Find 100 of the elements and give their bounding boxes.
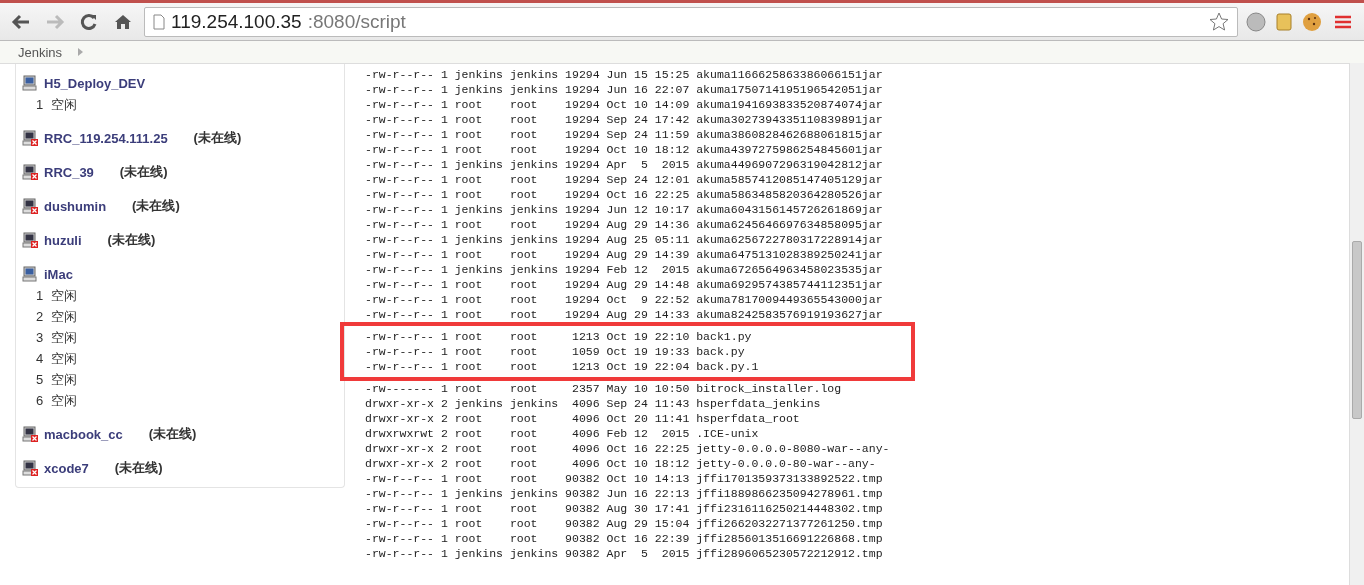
file-permissions: -rw-r--r-- xyxy=(365,516,435,531)
file-owner: root xyxy=(454,426,484,441)
file-owner: root xyxy=(454,411,484,426)
address-bar[interactable]: 119.254.100.35 :8080/script xyxy=(144,6,1238,37)
executor-state: 空闲 xyxy=(51,286,78,305)
file-owner: root xyxy=(454,456,484,471)
file-group: root xyxy=(509,97,566,112)
file-size: 19294 xyxy=(565,217,601,232)
link-count: 2 xyxy=(440,396,449,411)
file-permissions: -rw-r--r-- xyxy=(365,501,435,516)
file-permissions: -rw-r--r-- xyxy=(365,359,435,374)
chevron-icon[interactable] xyxy=(78,48,84,56)
file-date: Jun 12 10:17 xyxy=(606,202,691,217)
offline-status: (未在线) xyxy=(114,459,163,477)
node-link[interactable]: H5_Deploy_DEV xyxy=(44,75,146,91)
link-count: 1 xyxy=(440,157,449,172)
file-date: Aug 29 14:48 xyxy=(606,277,691,292)
offline-status: (未在线) xyxy=(193,129,242,147)
file-date: Oct 10 14:13 xyxy=(606,471,691,486)
file-date: Oct 16 22:39 xyxy=(606,531,691,546)
file-owner: root xyxy=(454,329,484,344)
file-date: Oct 9 22:52 xyxy=(606,292,691,307)
file-permissions: -rw-r--r-- xyxy=(365,344,435,359)
link-count: 1 xyxy=(440,82,449,97)
file-date: Jun 16 22:07 xyxy=(606,82,691,97)
file-date: Oct 19 19:33 xyxy=(606,344,691,359)
file-date: Oct 10 14:09 xyxy=(606,97,691,112)
file-date: Oct 10 18:12 xyxy=(606,456,691,471)
link-count: 1 xyxy=(440,486,449,501)
file-name: akuma3860828462688061815jar xyxy=(696,127,884,142)
file-size: 19294 xyxy=(565,127,601,142)
link-count: 1 xyxy=(440,531,449,546)
node-link[interactable]: xcode7 xyxy=(44,460,89,476)
file-permissions: -rw-r--r-- xyxy=(365,157,435,172)
file-owner: root xyxy=(454,217,484,232)
file-owner: jenkins xyxy=(454,262,504,277)
node-link[interactable]: macbook_cc xyxy=(44,426,123,442)
link-count: 1 xyxy=(440,516,449,531)
file-permissions: -rw-r--r-- xyxy=(365,546,435,561)
file-group: root xyxy=(509,471,566,486)
file-name: akuma6929574385744112351jar xyxy=(696,277,884,292)
file-name: akuma5857412085147405129jar xyxy=(696,172,884,187)
file-date: Apr 5 2015 xyxy=(606,157,691,172)
file-date: Oct 20 11:41 xyxy=(606,411,691,426)
file-name: jffi2316116250214448302.tmp xyxy=(696,501,884,516)
executor-state: 空闲 xyxy=(51,328,78,347)
file-size: 4096 xyxy=(571,411,601,426)
cookie-icon[interactable] xyxy=(1302,11,1322,32)
file-owner: root xyxy=(454,501,484,516)
file-size: 90382 xyxy=(565,516,601,531)
file-date: Aug 30 17:41 xyxy=(606,501,691,516)
file-permissions: -rw-r--r-- xyxy=(365,307,435,322)
executor-state: 空闲 xyxy=(51,95,78,114)
file-size: 4096 xyxy=(571,441,601,456)
executor-state: 空闲 xyxy=(51,391,78,410)
file-name: bitrock_installer.log xyxy=(696,381,843,396)
file-name: jffi1889866235094278961.tmp xyxy=(696,486,884,501)
file-size: 19294 xyxy=(565,232,601,247)
file-name: akuma5863485820364280526jar xyxy=(696,187,884,202)
file-date: Aug 29 14:39 xyxy=(606,247,691,262)
scrollbar[interactable] xyxy=(1349,63,1364,585)
link-count: 1 xyxy=(440,381,449,396)
node-link[interactable]: dushumin xyxy=(44,198,107,214)
link-count: 1 xyxy=(440,187,449,202)
executor-state: 空闲 xyxy=(51,349,78,368)
file-group: root xyxy=(509,501,566,516)
file-group: root xyxy=(509,187,566,202)
file-owner: root xyxy=(454,441,484,456)
node-link[interactable]: iMac xyxy=(44,266,73,282)
file-date: Aug 29 14:33 xyxy=(606,307,691,322)
file-size: 19294 xyxy=(565,142,601,157)
file-size: 4096 xyxy=(571,456,601,471)
file-size: 19294 xyxy=(565,187,601,202)
file-owner: jenkins xyxy=(454,157,504,172)
file-name: jetty-0.0.0.0-80-war--any- xyxy=(696,456,877,471)
node-link[interactable]: RRC_39 xyxy=(44,164,94,180)
node-link[interactable]: huzuli xyxy=(44,232,82,248)
file-permissions: -rw-r--r-- xyxy=(365,471,435,486)
node-link[interactable]: RRC_119.254.111.25 xyxy=(44,130,168,146)
link-count: 1 xyxy=(440,359,449,374)
file-owner: root xyxy=(454,381,484,396)
file-size: 19294 xyxy=(565,172,601,187)
scrollbar-thumb[interactable] xyxy=(1352,241,1362,419)
link-count: 1 xyxy=(440,307,449,322)
link-count: 2 xyxy=(440,441,449,456)
file-size: 90382 xyxy=(565,501,601,516)
file-owner: root xyxy=(454,97,484,112)
file-size: 19294 xyxy=(565,67,601,82)
bookmark-star-icon[interactable] xyxy=(1209,11,1229,32)
file-date: Sep 24 11:59 xyxy=(606,127,691,142)
file-size: 19294 xyxy=(565,202,601,217)
file-owner: jenkins xyxy=(454,232,504,247)
file-date: Sep 24 11:43 xyxy=(606,396,691,411)
file-group: root xyxy=(509,292,566,307)
file-group: jenkins xyxy=(509,82,566,97)
breadcrumb-link[interactable]: Jenkins xyxy=(18,44,63,60)
file-owner: jenkins xyxy=(454,396,504,411)
file-size: 19294 xyxy=(565,157,601,172)
file-permissions: -rw-r--r-- xyxy=(365,97,435,112)
link-count: 1 xyxy=(440,67,449,82)
